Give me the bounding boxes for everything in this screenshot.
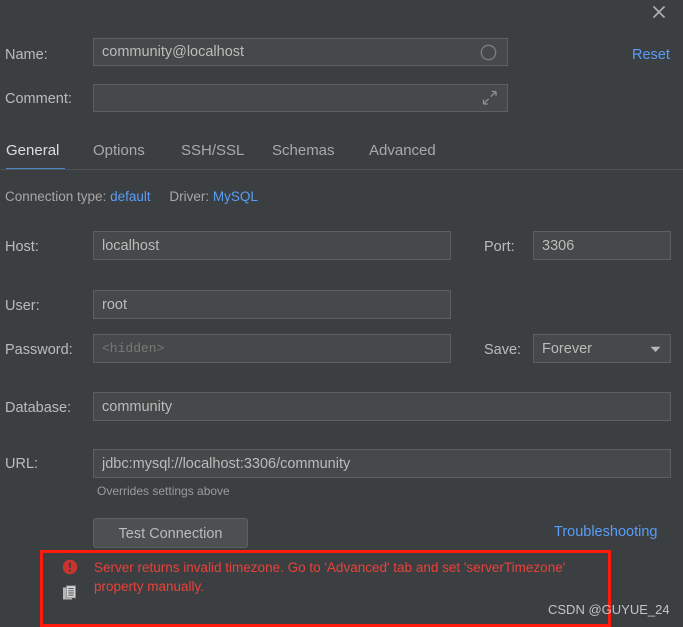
comment-input[interactable] — [93, 84, 508, 112]
tabs-separator — [0, 169, 683, 170]
copy-icon[interactable] — [62, 585, 79, 602]
driver-value[interactable]: MySQL — [213, 189, 258, 204]
connection-meta: Connection type: default Driver: MySQL — [5, 189, 258, 204]
tab-ssh-ssl[interactable]: SSH/SSL — [181, 132, 244, 170]
port-input[interactable] — [533, 231, 671, 260]
user-input[interactable] — [93, 290, 451, 319]
password-input[interactable] — [93, 334, 451, 363]
database-label: Database: — [5, 400, 72, 416]
tab-general[interactable]: General — [6, 132, 65, 170]
save-dropdown-value: Forever — [542, 340, 592, 357]
tab-options[interactable]: Options — [93, 132, 153, 170]
url-input[interactable] — [93, 449, 671, 478]
close-icon[interactable] — [647, 0, 671, 24]
troubleshooting-link[interactable]: Troubleshooting — [554, 524, 657, 540]
name-input[interactable] — [93, 38, 508, 66]
error-circle-icon — [62, 559, 78, 575]
circle-color-icon[interactable] — [480, 44, 497, 66]
connection-type-label: Connection type: — [5, 189, 107, 204]
watermark-text: CSDN @GUYUE_24 — [548, 602, 670, 617]
connection-type-value[interactable]: default — [110, 189, 151, 204]
save-dropdown[interactable]: Forever — [533, 334, 671, 363]
error-message: Server returns invalid timezone. Go to '… — [94, 560, 566, 594]
port-label: Port: — [484, 239, 515, 255]
reset-link[interactable]: Reset — [632, 47, 670, 63]
database-input[interactable] — [93, 392, 671, 421]
save-label: Save: — [484, 342, 522, 358]
comment-label: Comment: — [5, 91, 72, 107]
dialog-titlebar — [0, 0, 683, 24]
driver-label: Driver: — [169, 189, 210, 204]
tab-schemas[interactable]: Schemas — [272, 132, 339, 170]
url-label: URL: — [5, 456, 39, 472]
test-connection-button[interactable]: Test Connection — [93, 518, 248, 548]
user-label: User: — [5, 298, 40, 314]
host-label: Host: — [5, 239, 39, 255]
tab-advanced[interactable]: Advanced — [369, 132, 446, 170]
expand-arrows-icon[interactable] — [481, 89, 498, 111]
name-label: Name: — [5, 47, 48, 63]
chevron-down-icon — [650, 341, 661, 357]
password-label: Password: — [5, 342, 73, 358]
connection-settings-dialog: Reset Name: Comment: General Options SSH… — [0, 0, 683, 627]
settings-tabs: General Options SSH/SSL Schemas Advanced — [0, 132, 683, 172]
url-hint: Overrides settings above — [97, 484, 230, 498]
host-input[interactable] — [93, 231, 451, 260]
